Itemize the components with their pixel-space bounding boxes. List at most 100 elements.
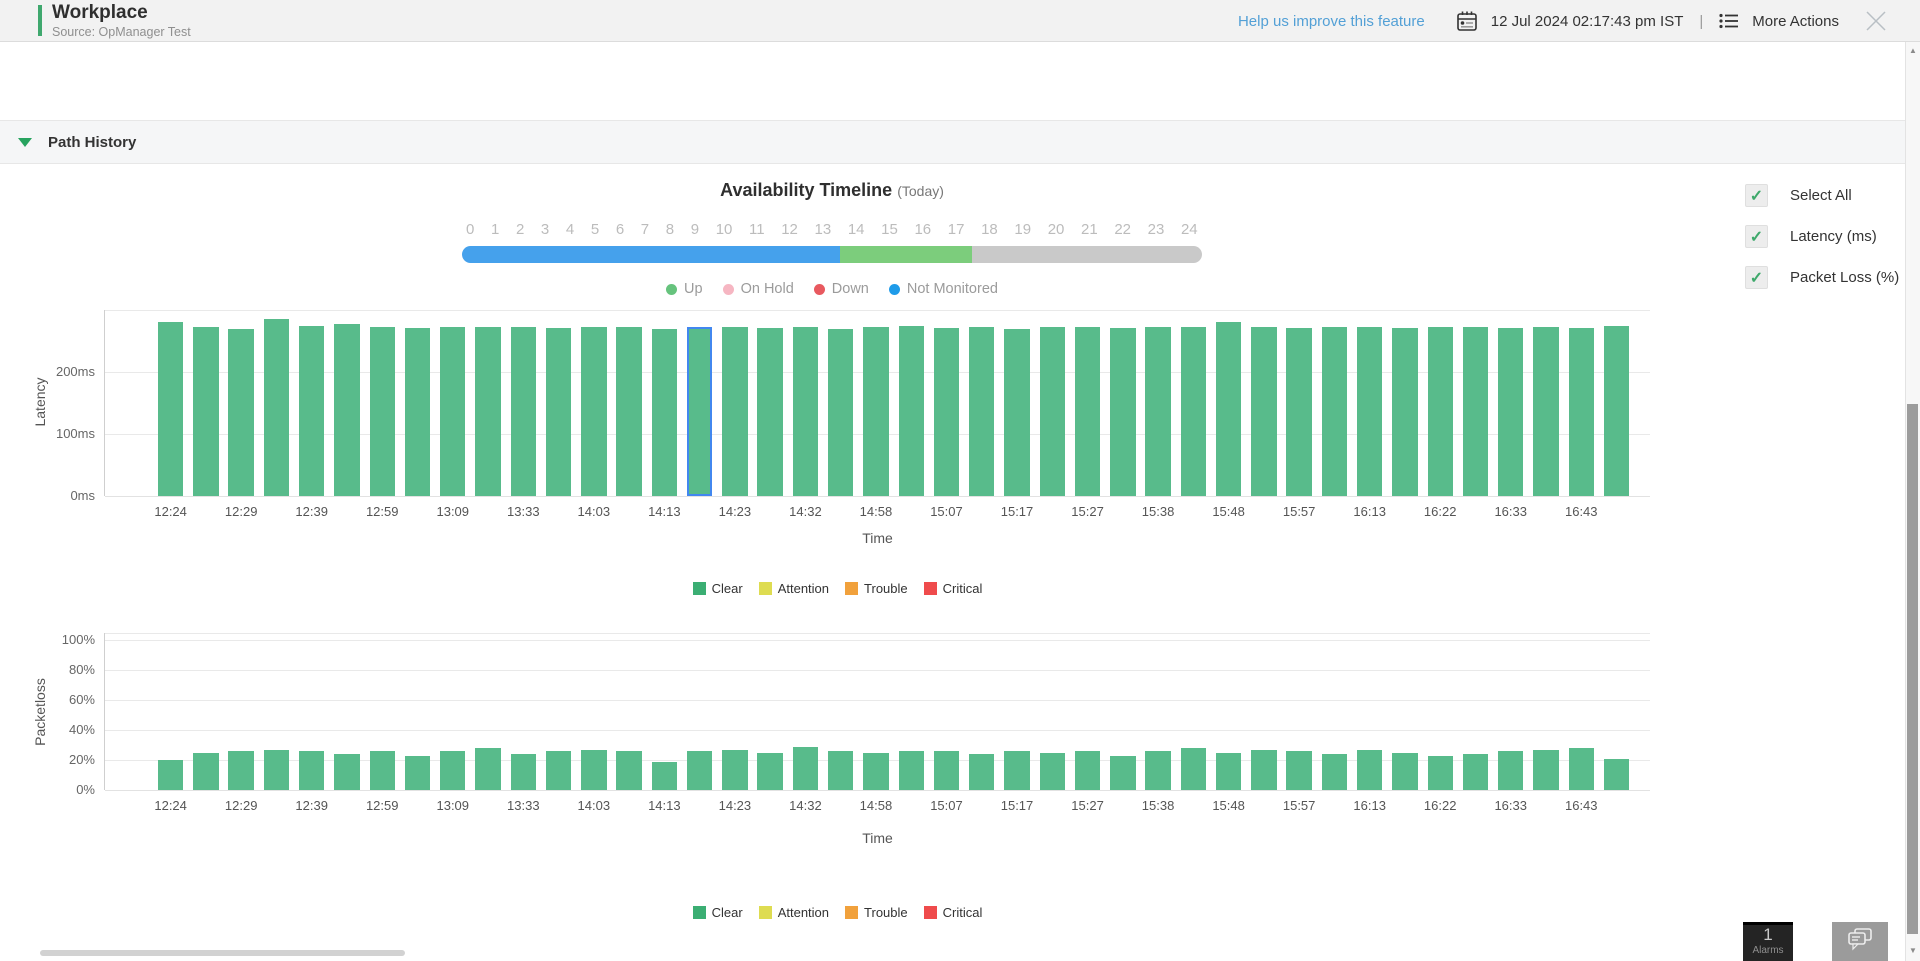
chart-legend-item[interactable]: Clear — [693, 581, 743, 596]
collapse-triangle-icon[interactable] — [18, 138, 32, 147]
timeline-segment-up[interactable] — [840, 246, 972, 263]
checkbox-checked-icon[interactable]: ✓ — [1745, 184, 1768, 207]
help-improve-link[interactable]: Help us improve this feature — [1238, 13, 1425, 30]
packetloss-bar[interactable] — [546, 751, 571, 790]
latency-bar[interactable] — [1322, 327, 1347, 496]
chart-legend-item[interactable]: Trouble — [845, 581, 908, 596]
latency-bar[interactable] — [193, 327, 218, 496]
packetloss-bar[interactable] — [405, 756, 430, 790]
path-history-section-header[interactable]: Path History — [0, 120, 1905, 164]
packetloss-bar[interactable] — [193, 753, 218, 790]
packetloss-bar[interactable] — [722, 750, 747, 790]
packetloss-bar[interactable] — [264, 750, 289, 790]
latency-bar[interactable] — [1075, 327, 1100, 496]
packetloss-bar[interactable] — [1392, 753, 1417, 790]
chart-legend-item[interactable]: Attention — [759, 581, 829, 596]
horizontal-scrollbar-thumb[interactable] — [40, 950, 405, 956]
packetloss-bar[interactable] — [334, 754, 359, 790]
packetloss-bar[interactable] — [1569, 748, 1594, 790]
scroll-up-icon[interactable]: ▲ — [1906, 46, 1920, 55]
packetloss-bar[interactable] — [370, 751, 395, 790]
packetloss-bar[interactable] — [969, 754, 994, 790]
packetloss-bar[interactable] — [1075, 751, 1100, 790]
latency-bar[interactable] — [1251, 327, 1276, 496]
chart-legend-item[interactable]: Attention — [759, 905, 829, 920]
packetloss-bar[interactable] — [793, 747, 818, 790]
latency-bar[interactable] — [616, 327, 641, 496]
latency-bar[interactable] — [1428, 327, 1453, 496]
packetloss-bar[interactable] — [1004, 751, 1029, 790]
packetloss-bar[interactable] — [511, 754, 536, 790]
timeline-bar[interactable] — [462, 246, 1202, 263]
checkbox-packet-loss[interactable]: ✓ Packet Loss (%) — [1745, 266, 1899, 289]
checkbox-checked-icon[interactable]: ✓ — [1745, 266, 1768, 289]
packetloss-bar[interactable] — [1251, 750, 1276, 790]
packetloss-bar[interactable] — [1322, 754, 1347, 790]
latency-bar[interactable] — [511, 327, 536, 496]
latency-bar[interactable] — [969, 327, 994, 496]
packetloss-bar[interactable] — [616, 751, 641, 790]
packetloss-bar[interactable] — [1110, 756, 1135, 790]
packetloss-bar[interactable] — [1604, 759, 1629, 790]
chart-legend-item[interactable]: Trouble — [845, 905, 908, 920]
packetloss-bar[interactable] — [863, 753, 888, 790]
packetloss-bar[interactable] — [687, 751, 712, 790]
latency-bar[interactable] — [722, 327, 747, 496]
latency-bar[interactable] — [1604, 326, 1629, 497]
latency-bar[interactable] — [1110, 328, 1135, 496]
chart-legend-item[interactable]: Clear — [693, 905, 743, 920]
latency-bar[interactable] — [370, 327, 395, 496]
packetloss-bar[interactable] — [652, 762, 677, 790]
latency-bar[interactable] — [687, 327, 712, 496]
packetloss-bar[interactable] — [581, 750, 606, 790]
latency-bar[interactable] — [475, 327, 500, 496]
chat-button[interactable] — [1832, 922, 1888, 961]
latency-bar[interactable] — [440, 327, 465, 496]
latency-bar[interactable] — [828, 329, 853, 496]
packetloss-bar[interactable] — [1357, 750, 1382, 790]
packetloss-bar[interactable] — [1181, 748, 1206, 790]
packetloss-bar[interactable] — [1040, 753, 1065, 790]
latency-bar[interactable] — [405, 328, 430, 496]
latency-bar[interactable] — [1357, 327, 1382, 496]
latency-bar[interactable] — [1145, 327, 1170, 496]
timeline-segment-no-data[interactable] — [972, 246, 1202, 263]
packetloss-bar[interactable] — [828, 751, 853, 790]
packetloss-bar[interactable] — [899, 751, 924, 790]
packetloss-bar[interactable] — [934, 751, 959, 790]
latency-bar[interactable] — [652, 329, 677, 496]
packetloss-bar[interactable] — [228, 751, 253, 790]
latency-bar[interactable] — [1004, 329, 1029, 496]
packetloss-bar[interactable] — [475, 748, 500, 790]
checkbox-select-all[interactable]: ✓ Select All — [1745, 184, 1899, 207]
scroll-down-icon[interactable]: ▼ — [1906, 946, 1920, 955]
packetloss-bar[interactable] — [158, 760, 183, 790]
packetloss-bar[interactable] — [1216, 753, 1241, 790]
latency-bar[interactable] — [158, 322, 183, 496]
latency-bar[interactable] — [757, 328, 782, 496]
packetloss-bar[interactable] — [1463, 754, 1488, 790]
latency-bar[interactable] — [299, 326, 324, 496]
latency-bar[interactable] — [1040, 327, 1065, 496]
latency-bar[interactable] — [1392, 328, 1417, 496]
latency-bar[interactable] — [546, 328, 571, 496]
datetime-display[interactable]: 12 Jul 2024 02:17:43 pm IST — [1491, 13, 1684, 30]
vertical-scrollbar-thumb[interactable] — [1907, 404, 1918, 934]
chart-legend-item[interactable]: Critical — [924, 905, 983, 920]
latency-bar[interactable] — [1569, 328, 1594, 496]
chart-legend-item[interactable]: Critical — [924, 581, 983, 596]
calendar-icon[interactable] — [1456, 10, 1478, 32]
packetloss-bar[interactable] — [1428, 756, 1453, 790]
packetloss-bar[interactable] — [757, 753, 782, 790]
packetloss-bar[interactable] — [440, 751, 465, 790]
checkbox-latency[interactable]: ✓ Latency (ms) — [1745, 225, 1899, 248]
close-icon[interactable] — [1862, 7, 1890, 35]
latency-bar[interactable] — [793, 327, 818, 496]
latency-bar[interactable] — [1463, 327, 1488, 496]
latency-bar[interactable] — [1181, 327, 1206, 496]
latency-bar[interactable] — [1216, 322, 1241, 496]
latency-bar[interactable] — [899, 326, 924, 496]
alarms-badge[interactable]: 1 Alarms — [1743, 922, 1793, 961]
packetloss-bar[interactable] — [1533, 750, 1558, 790]
more-actions-icon[interactable] — [1719, 13, 1739, 29]
